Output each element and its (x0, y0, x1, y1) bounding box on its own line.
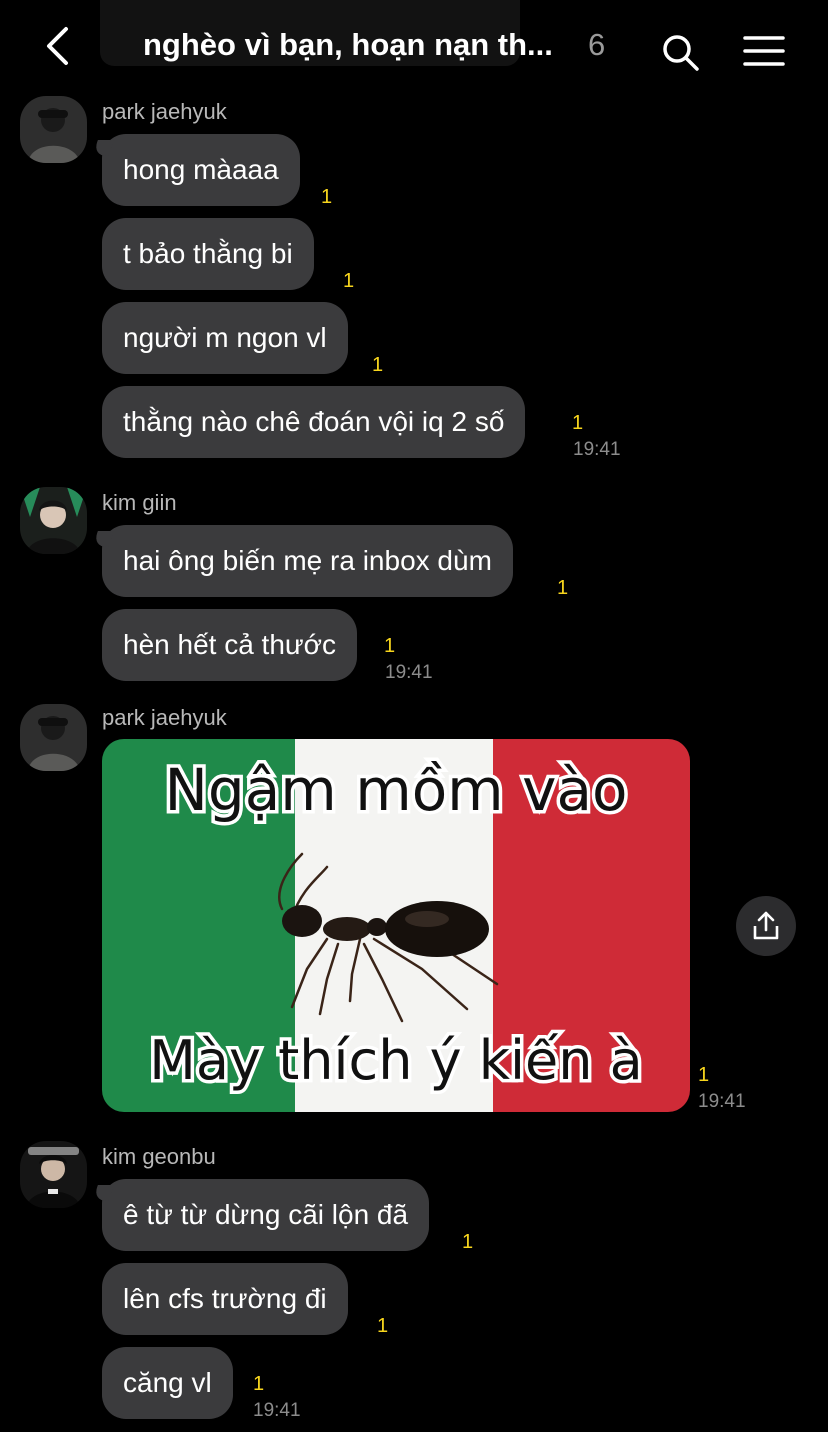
unread-count: 1 (557, 577, 569, 599)
chat-header: nghèo vì bạn, hoạn nạn th... 6 (0, 0, 828, 92)
sender-name: park jaehyuk (102, 705, 227, 730)
message-bubble[interactable]: hèn hết cả thước (102, 609, 358, 681)
message-time: 19:41 (385, 662, 433, 683)
unread-count: 1 (462, 1231, 474, 1253)
message-bubble[interactable]: lên cfs trường đi (102, 1263, 348, 1335)
unread-count: 1 (377, 1315, 389, 1337)
avatar[interactable] (20, 487, 87, 554)
meme-bottom-text: Mày thích ý kiến à (149, 1029, 642, 1092)
message-bubble[interactable]: hai ông biến mẹ ra inbox dùm (102, 525, 513, 597)
message-time: 19:41 (253, 1400, 301, 1421)
unread-count: 1 (321, 186, 333, 208)
avatar[interactable] (20, 96, 87, 163)
message-bubble[interactable]: hong màaaa (102, 134, 300, 206)
sender-name: park jaehyuk (102, 99, 227, 124)
search-button[interactable] (656, 28, 706, 78)
member-count: 6 (588, 27, 606, 62)
chevron-left-icon (47, 27, 68, 65)
image-message[interactable]: Ngậm mồm vào Mày thích ý kiến à (102, 739, 690, 1112)
sender-name: kim giin (102, 490, 177, 515)
message-bubble[interactable]: thằng nào chê đoán vội iq 2 số (102, 386, 526, 458)
unread-count: 1 (384, 635, 396, 657)
message-time: 19:41 (573, 439, 621, 460)
unread-count: 1 (698, 1064, 710, 1086)
message-bubble[interactable]: t bảo thằng bi (102, 218, 314, 290)
message-time: 19:41 (698, 1091, 746, 1112)
avatar[interactable] (20, 1141, 87, 1208)
menu-button[interactable] (738, 26, 790, 76)
unread-count: 1 (572, 412, 584, 434)
search-icon (663, 35, 699, 71)
meme-top-text: Ngậm mồm vào (165, 756, 628, 824)
message-bubble[interactable]: người m ngon vl (102, 302, 348, 374)
share-button[interactable] (736, 896, 796, 956)
sender-name: kim geonbu (102, 1144, 216, 1169)
unread-count: 1 (343, 270, 355, 292)
message-bubble[interactable]: căng vl (102, 1347, 233, 1419)
hamburger-menu-icon (743, 36, 785, 66)
share-icon (753, 911, 779, 940)
chat-title: nghèo vì bạn, hoạn nạn th... (143, 27, 553, 62)
message-bubble[interactable]: ê từ từ dừng cãi lộn đã (102, 1179, 430, 1251)
avatar[interactable] (20, 704, 87, 771)
unread-count: 1 (372, 354, 384, 376)
unread-count: 1 (253, 1373, 265, 1395)
back-button[interactable] (34, 22, 82, 70)
meme-image: Ngậm mồm vào Mày thích ý kiến à (102, 739, 690, 1112)
